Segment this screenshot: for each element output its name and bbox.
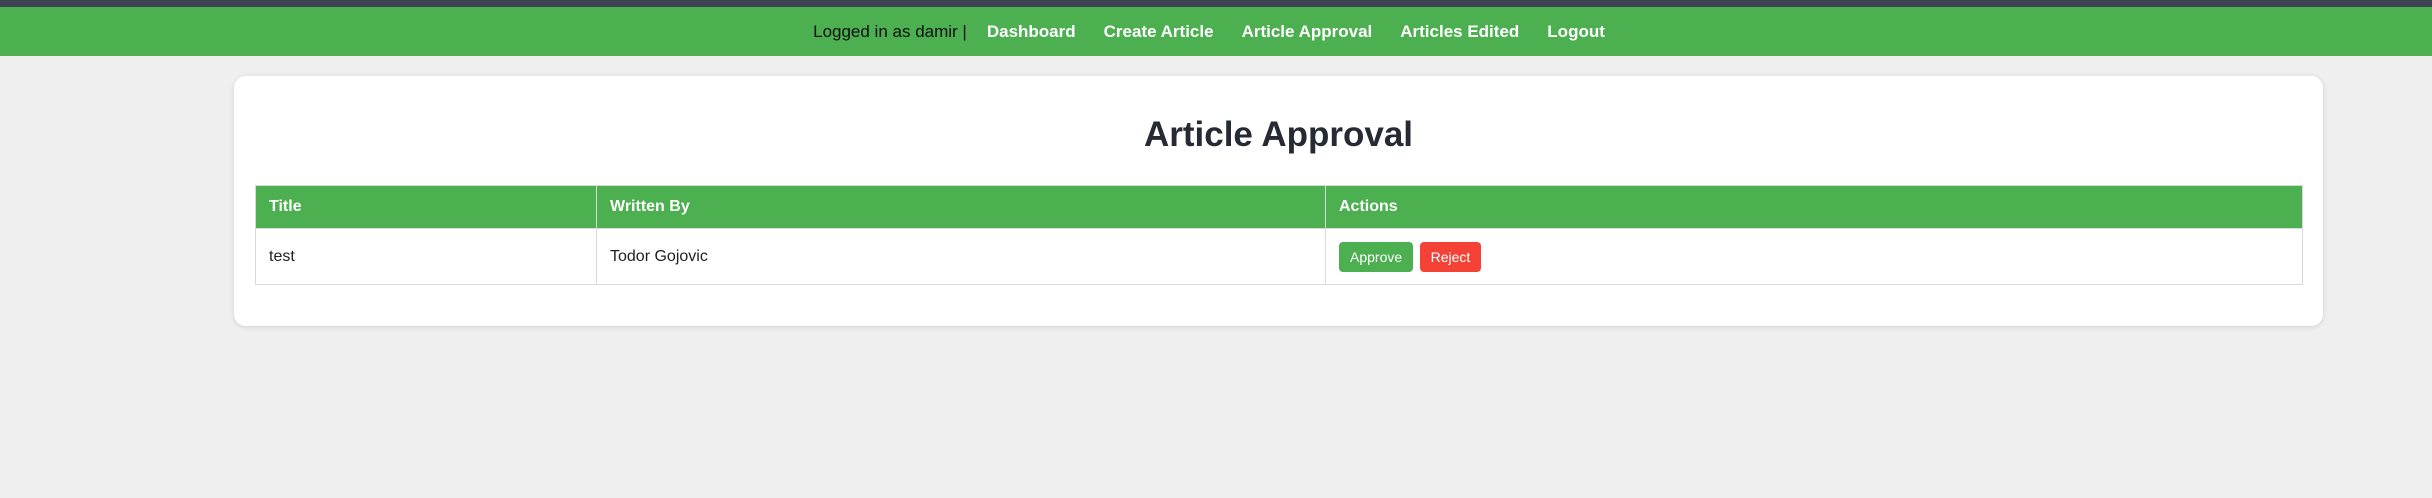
navbar: Logged in as damir | Dashboard Create Ar… [0,7,2432,56]
cell-article-title: test [255,228,597,285]
nav-link-articles-edited[interactable]: Articles Edited [1400,22,1519,42]
table-row: test Todor Gojovic Approve Reject [255,228,2303,285]
cell-written-by: Todor Gojovic [596,228,1326,285]
reject-button[interactable]: Reject [1419,241,1482,272]
article-approval-table: Title Written By Actions test Todor Gojo… [255,185,2303,285]
top-strip [0,0,2432,7]
column-header-title: Title [255,185,597,229]
nav-link-create-article[interactable]: Create Article [1104,22,1214,42]
content-card: Article Approval Title Written By Action… [234,76,2323,326]
nav-link-article-approval[interactable]: Article Approval [1242,22,1373,42]
cell-actions: Approve Reject [1325,228,2303,285]
nav-link-logout[interactable]: Logout [1547,22,1605,42]
column-header-written-by: Written By [596,185,1326,229]
page-title: Article Approval [1143,115,1414,154]
logged-in-user-text: Logged in as damir | [813,21,967,41]
table-header-row: Title Written By Actions [255,185,2303,229]
column-header-actions: Actions [1325,185,2303,229]
approve-button[interactable]: Approve [1339,241,1414,272]
nav-link-dashboard[interactable]: Dashboard [987,22,1076,42]
